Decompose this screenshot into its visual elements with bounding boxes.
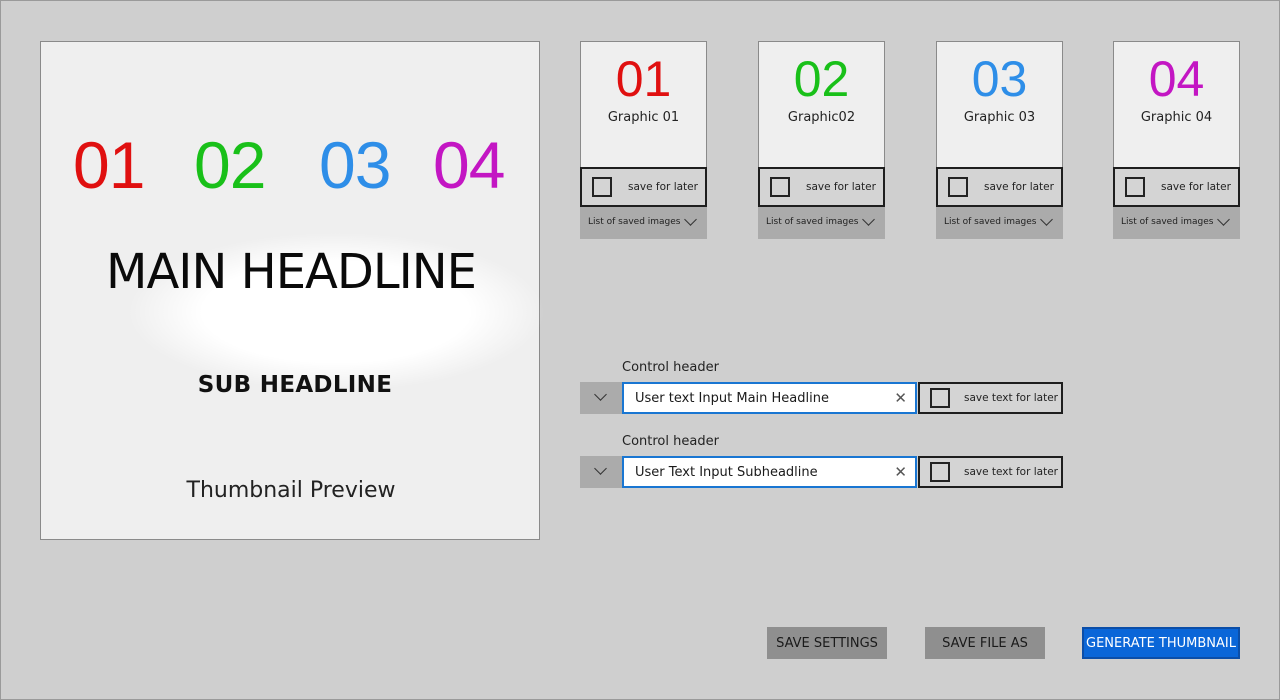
saved-images-label: List of saved images	[766, 217, 859, 227]
sub-headline-input[interactable]: User Text Input Subheadline ✕	[622, 456, 917, 488]
checkbox[interactable]	[948, 177, 968, 197]
save-settings-button[interactable]: SAVE SETTINGS	[767, 627, 887, 659]
main-headline-input-value: User text Input Main Headline	[635, 391, 829, 406]
sub-headline: SUB HEADLINE	[197, 372, 393, 398]
preview-number-04: 04	[433, 128, 505, 202]
thumbnail-preview: 01 02 03 04 MAIN HEADLINE SUB HEADLINE T…	[40, 41, 546, 540]
saved-images-dropdown[interactable]: List of saved images	[1113, 207, 1240, 239]
graphic-name: Graphic02	[787, 110, 856, 125]
save-text-label: save text for later	[964, 466, 1058, 478]
graphic-card[interactable]: 01 Graphic 01	[580, 41, 707, 168]
sub-headline-input-value: User Text Input Subheadline	[635, 465, 818, 480]
save-for-later-toggle[interactable]: save for later	[1113, 167, 1240, 207]
graphic-number: 01	[615, 51, 672, 107]
close-icon[interactable]: ✕	[894, 463, 907, 481]
preview-number-01: 01	[73, 128, 145, 202]
graphic-card[interactable]: 02 Graphic02	[758, 41, 885, 168]
save-for-later-toggle[interactable]: save for later	[936, 167, 1063, 207]
checkbox[interactable]	[1125, 177, 1145, 197]
saved-images-label: List of saved images	[1121, 217, 1214, 227]
graphic-card[interactable]: 04 Graphic 04	[1113, 41, 1240, 168]
graphic-number: 03	[971, 51, 1028, 107]
main-headline-input[interactable]: User text Input Main Headline ✕	[622, 382, 917, 414]
preview-number-02: 02	[194, 128, 266, 202]
saved-images-dropdown[interactable]: List of saved images	[936, 207, 1063, 239]
save-for-later-label: save for later	[1161, 181, 1231, 193]
preview-caption: Thumbnail Preview	[186, 478, 396, 503]
chevron-down-icon	[862, 213, 875, 226]
saved-images-dropdown[interactable]: List of saved images	[580, 207, 707, 239]
chevron-down-icon	[1217, 213, 1230, 226]
generate-thumbnail-button[interactable]: GENERATE THUMBNAIL	[1082, 627, 1240, 659]
graphic-tile-04: 04 Graphic 04 save for later List of sav…	[1113, 41, 1240, 239]
save-text-toggle-main[interactable]: save text for later	[918, 382, 1063, 414]
chevron-down-icon	[594, 388, 607, 401]
saved-images-dropdown[interactable]: List of saved images	[758, 207, 885, 239]
save-text-toggle-sub[interactable]: save text for later	[918, 456, 1063, 488]
graphic-name: Graphic 04	[1140, 110, 1213, 125]
graphic-number: 02	[793, 51, 850, 107]
graphic-tile-01: 01 Graphic 01 save for later List of sav…	[580, 41, 707, 239]
graphic-name: Graphic 01	[607, 110, 680, 125]
graphic-card[interactable]: 03 Graphic 03	[936, 41, 1063, 168]
checkbox[interactable]	[930, 462, 950, 482]
chevron-down-icon	[594, 462, 607, 475]
save-for-later-label: save for later	[806, 181, 876, 193]
close-icon[interactable]: ✕	[894, 389, 907, 407]
saved-images-label: List of saved images	[944, 217, 1037, 227]
control-header-main: Control header	[622, 360, 719, 375]
save-for-later-toggle[interactable]: save for later	[580, 167, 707, 207]
chevron-down-icon	[684, 213, 697, 226]
preview-number-03: 03	[319, 128, 391, 202]
save-for-later-label: save for later	[984, 181, 1054, 193]
control-header-sub: Control header	[622, 434, 719, 449]
checkbox[interactable]	[930, 388, 950, 408]
save-for-later-toggle[interactable]: save for later	[758, 167, 885, 207]
main-headline: MAIN HEADLINE	[106, 244, 477, 300]
graphic-name: Graphic 03	[963, 110, 1036, 125]
sub-headline-dropdown[interactable]	[580, 456, 622, 488]
graphic-number: 04	[1148, 51, 1205, 107]
saved-images-label: List of saved images	[588, 217, 681, 227]
graphic-tile-03: 03 Graphic 03 save for later List of sav…	[936, 41, 1063, 239]
save-text-label: save text for later	[964, 392, 1058, 404]
checkbox[interactable]	[592, 177, 612, 197]
checkbox[interactable]	[770, 177, 790, 197]
save-file-as-button[interactable]: SAVE FILE AS	[925, 627, 1045, 659]
main-headline-dropdown[interactable]	[580, 382, 622, 414]
chevron-down-icon	[1040, 213, 1053, 226]
save-for-later-label: save for later	[628, 181, 698, 193]
graphic-tile-02: 02 Graphic02 save for later List of save…	[758, 41, 885, 239]
